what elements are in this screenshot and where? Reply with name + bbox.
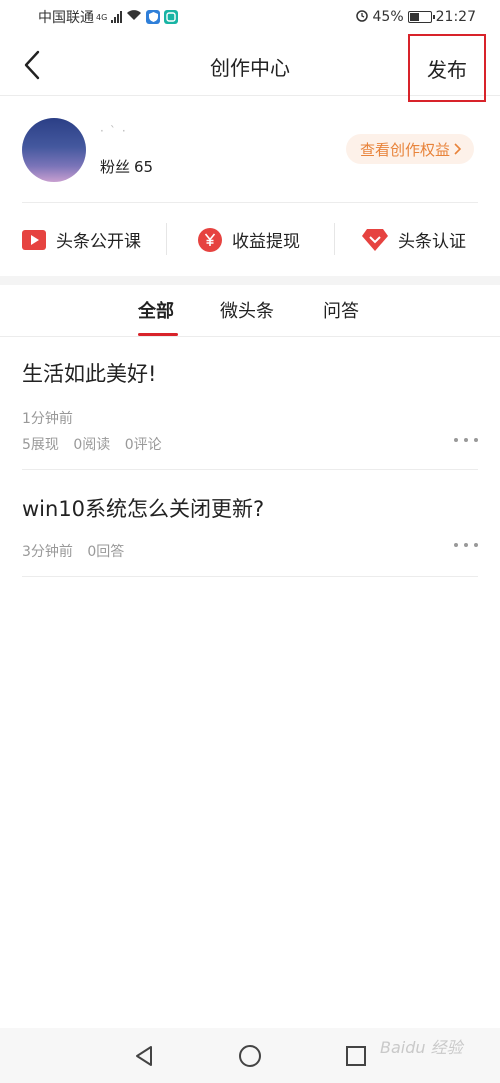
chevron-right-icon bbox=[454, 143, 462, 155]
clock: 21:27 bbox=[435, 9, 476, 25]
tab-micro-posts[interactable]: 微头条 bbox=[220, 297, 274, 323]
article-time: 1分钟前 bbox=[22, 411, 73, 427]
article-title[interactable]: 生活如此美好! bbox=[22, 358, 478, 388]
play-video-icon bbox=[22, 229, 46, 250]
recents-square-icon[interactable] bbox=[344, 1044, 368, 1068]
publish-button[interactable]: 发布 bbox=[408, 34, 486, 102]
wifi-icon bbox=[126, 9, 142, 25]
active-tab-indicator bbox=[138, 333, 178, 336]
answers-stat: 0回答 bbox=[87, 544, 125, 560]
username: ·`· bbox=[100, 124, 132, 138]
withdraw-earnings-button[interactable]: 收益提现 bbox=[198, 227, 300, 252]
more-options-button[interactable] bbox=[454, 434, 478, 446]
tab-qa[interactable]: 问答 bbox=[323, 297, 359, 323]
avatar[interactable] bbox=[22, 118, 86, 182]
view-creator-rights-button[interactable]: 查看创作权益 bbox=[346, 134, 475, 164]
status-right: 45% 21:27 bbox=[355, 8, 476, 26]
article-title[interactable]: win10系统怎么关闭更新? bbox=[22, 493, 478, 523]
reads-stat: 0阅读 bbox=[73, 437, 111, 453]
article-stats: 5展现 0阅读 0评论 bbox=[22, 434, 478, 454]
open-course-label: 头条公开课 bbox=[56, 232, 141, 252]
home-circle-icon[interactable] bbox=[238, 1044, 262, 1068]
fans-label: 粉丝 bbox=[100, 158, 131, 176]
section-gap bbox=[0, 276, 500, 285]
diamond-badge-icon bbox=[362, 228, 388, 251]
back-triangle-icon[interactable] bbox=[132, 1044, 156, 1068]
list-item[interactable]: win10系统怎么关闭更新? 3分钟前 0回答 bbox=[22, 493, 478, 563]
screen: 中国联通 4G 45% 21:27 创作中心 发布 ·`· 粉丝 65 查看创作… bbox=[0, 0, 500, 1083]
signal-icon bbox=[111, 11, 123, 23]
app-notification-icon bbox=[164, 10, 179, 24]
fans-count: 粉丝 65 bbox=[100, 156, 153, 177]
tab-all[interactable]: 全部 bbox=[138, 297, 174, 323]
yuan-coin-icon bbox=[198, 227, 222, 252]
nav-bar: 创作中心 发布 bbox=[0, 34, 500, 102]
open-course-button[interactable]: 头条公开课 bbox=[22, 227, 141, 252]
certification-button[interactable]: 头条认证 bbox=[362, 227, 466, 252]
divider bbox=[22, 469, 478, 470]
quick-actions: 头条公开课 收益提现 头条认证 bbox=[0, 203, 500, 276]
rights-label: 查看创作权益 bbox=[360, 140, 451, 159]
fans-number: 65 bbox=[134, 158, 154, 176]
certification-label: 头条认证 bbox=[398, 232, 466, 252]
status-bar: 中国联通 4G 45% 21:27 bbox=[0, 0, 500, 34]
content-tabs: 全部 微头条 问答 bbox=[0, 285, 500, 337]
status-left: 中国联通 4G bbox=[38, 7, 179, 27]
comments-stat: 0评论 bbox=[124, 437, 162, 453]
carrier-label: 中国联通 bbox=[38, 10, 94, 26]
impressions-stat: 5展现 bbox=[22, 437, 59, 453]
article-time: 3分钟前 bbox=[22, 544, 73, 560]
battery-icon bbox=[407, 11, 435, 23]
alarm-icon bbox=[355, 8, 369, 26]
network-label: 4G bbox=[96, 12, 108, 22]
shield-app-icon bbox=[146, 10, 161, 24]
list-item[interactable]: 生活如此美好! 1分钟前 5展现 0阅读 0评论 bbox=[22, 358, 478, 458]
battery-percent: 45% bbox=[372, 9, 404, 25]
more-options-button[interactable] bbox=[454, 539, 478, 551]
profile-section: ·`· 粉丝 65 查看创作权益 bbox=[0, 96, 500, 203]
separator bbox=[334, 223, 335, 255]
divider bbox=[22, 576, 478, 577]
article-stats: 3分钟前 0回答 bbox=[22, 541, 478, 561]
watermark: Baidu 经验 bbox=[380, 1038, 463, 1057]
separator bbox=[166, 223, 167, 255]
withdraw-label: 收益提现 bbox=[232, 232, 300, 252]
